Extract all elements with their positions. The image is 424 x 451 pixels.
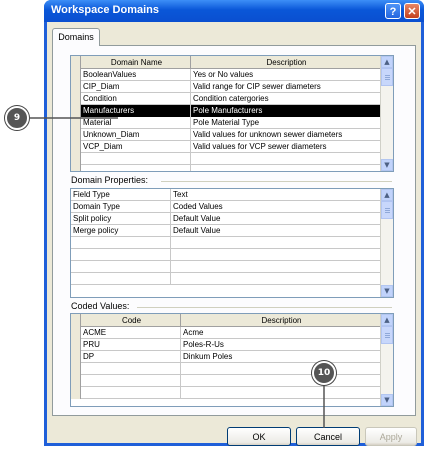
tab-domains[interactable]: Domains	[52, 28, 100, 46]
callout-9: 9	[5, 106, 29, 130]
callout-lines	[30, 117, 325, 428]
callout-10: 10	[312, 361, 336, 385]
